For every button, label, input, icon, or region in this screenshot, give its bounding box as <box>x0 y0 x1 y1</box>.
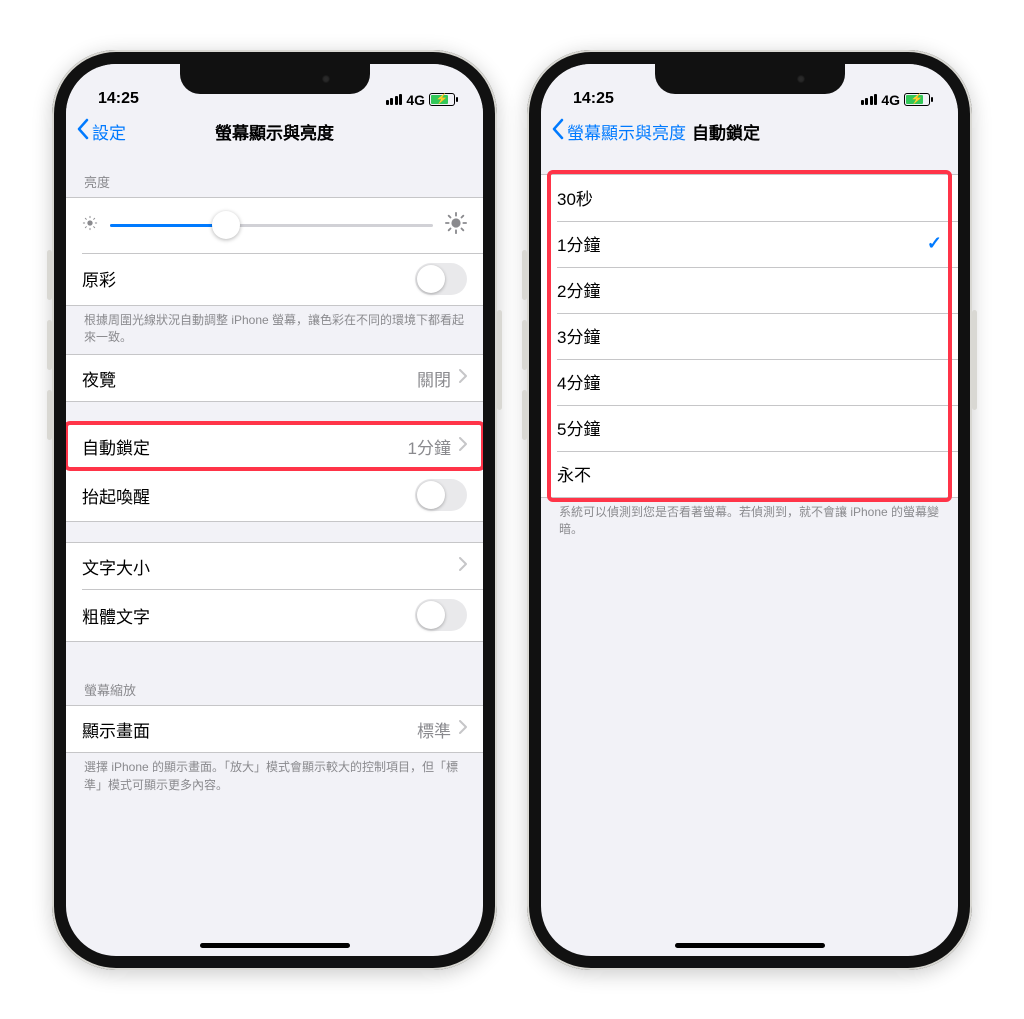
row-display-zoom[interactable]: 顯示畫面 標準 <box>66 706 483 752</box>
display-zoom-label: 顯示畫面 <box>82 717 150 742</box>
back-button[interactable]: 設定 <box>66 118 126 145</box>
option-label: 永不 <box>557 461 591 486</box>
option-row[interactable]: 30秒 <box>541 175 958 221</box>
option-row[interactable]: 4分鐘 <box>541 359 958 405</box>
nav-bar: 設定 螢幕顯示與亮度 <box>66 110 483 154</box>
true-tone-footer: 根據周圍光線狀況自動調整 iPhone 螢幕，讓色彩在不同的環境下都看起來一致。 <box>66 306 483 355</box>
sun-small-icon <box>82 215 98 236</box>
status-time: 14:25 <box>573 90 614 108</box>
chevron-right-icon <box>459 368 467 388</box>
row-auto-lock[interactable]: 自動鎖定 1分鐘 <box>66 423 483 469</box>
group-autolock: 自動鎖定 1分鐘 抬起喚醒 <box>66 422 483 522</box>
night-shift-label: 夜覽 <box>82 366 116 391</box>
display-zoom-value: 標準 <box>417 717 451 742</box>
zoom-footer: 選擇 iPhone 的顯示畫面。「放大」模式會顯示較大的控制項目，但「標準」模式… <box>66 753 483 802</box>
notch <box>655 64 845 94</box>
group-night-shift: 夜覽 關閉 <box>66 354 483 402</box>
back-label: 螢幕顯示與亮度 <box>567 119 686 144</box>
section-header-brightness: 亮度 <box>66 154 483 197</box>
option-label: 4分鐘 <box>557 369 600 394</box>
autolock-content[interactable]: 30秒 1分鐘 ✓ 2分鐘 3分鐘 4分鐘 5分鐘永不 系統可以偵測到您是否看著螢幕。若偵測… <box>541 154 958 956</box>
battery-icon: ⚡ <box>904 93 930 106</box>
battery-icon: ⚡ <box>429 93 455 106</box>
status-right: 4G ⚡ <box>861 92 930 108</box>
slider-track[interactable] <box>110 224 433 227</box>
network-label: 4G <box>406 92 425 108</box>
row-text-size[interactable]: 文字大小 <box>66 543 483 589</box>
option-label: 2分鐘 <box>557 277 600 302</box>
network-label: 4G <box>881 92 900 108</box>
nav-title: 自動鎖定 <box>686 119 958 144</box>
option-row[interactable]: 3分鐘 <box>541 313 958 359</box>
back-label: 設定 <box>92 119 126 144</box>
row-night-shift[interactable]: 夜覽 關閉 <box>66 355 483 401</box>
check-icon: ✓ <box>927 233 942 254</box>
option-row[interactable]: 5分鐘 <box>541 405 958 451</box>
chevron-right-icon <box>459 719 467 739</box>
option-row[interactable]: 2分鐘 <box>541 267 958 313</box>
chevron-right-icon <box>459 556 467 576</box>
group-zoom: 顯示畫面 標準 <box>66 705 483 753</box>
phone-frame-right: 14:25 4G ⚡ 螢幕顯示與亮度 自動鎖定 30秒 1分鐘 ✓ 2分鐘 3分鐘 4分鐘… <box>527 50 972 970</box>
settings-content[interactable]: 亮度 <box>66 154 483 956</box>
night-shift-value: 關閉 <box>417 366 451 391</box>
row-true-tone[interactable]: 原彩 <box>66 253 483 305</box>
notch <box>180 64 370 94</box>
signal-icon <box>386 94 403 105</box>
raise-to-wake-switch[interactable] <box>415 479 467 511</box>
auto-lock-label: 自動鎖定 <box>82 434 150 459</box>
row-raise-to-wake[interactable]: 抬起喚醒 <box>66 469 483 521</box>
bold-text-label: 粗體文字 <box>82 603 150 628</box>
option-label: 3分鐘 <box>557 323 600 348</box>
chevron-left-icon <box>76 118 90 145</box>
autolock-footer: 系統可以偵測到您是否看著螢幕。若偵測到，就不會讓 iPhone 的螢幕變暗。 <box>541 498 958 547</box>
raise-to-wake-label: 抬起喚醒 <box>82 483 150 508</box>
option-label: 1分鐘 <box>557 231 600 256</box>
screen-left: 14:25 4G ⚡ 設定 螢幕顯示與亮度 亮度 <box>66 64 483 956</box>
option-row[interactable]: 1分鐘 ✓ <box>541 221 958 267</box>
option-label: 5分鐘 <box>557 415 600 440</box>
text-size-label: 文字大小 <box>82 554 150 579</box>
auto-lock-value: 1分鐘 <box>408 434 451 459</box>
section-header-zoom: 螢幕縮放 <box>66 662 483 705</box>
back-button[interactable]: 螢幕顯示與亮度 <box>541 118 686 145</box>
status-right: 4G ⚡ <box>386 92 455 108</box>
group-text: 文字大小 粗體文字 <box>66 542 483 642</box>
row-bold-text[interactable]: 粗體文字 <box>66 589 483 641</box>
chevron-left-icon <box>551 118 565 145</box>
bold-text-switch[interactable] <box>415 599 467 631</box>
screen-right: 14:25 4G ⚡ 螢幕顯示與亮度 自動鎖定 30秒 1分鐘 ✓ 2分鐘 3分鐘 4分鐘… <box>541 64 958 956</box>
option-row[interactable]: 永不 <box>541 451 958 497</box>
home-indicator[interactable] <box>675 943 825 948</box>
brightness-row <box>66 198 483 253</box>
chevron-right-icon <box>459 436 467 456</box>
slider-thumb[interactable] <box>212 211 240 239</box>
brightness-slider[interactable] <box>82 212 467 239</box>
group-brightness: 原彩 <box>66 197 483 306</box>
home-indicator[interactable] <box>200 943 350 948</box>
nav-title: 螢幕顯示與亮度 <box>66 119 483 144</box>
signal-icon <box>861 94 878 105</box>
true-tone-label: 原彩 <box>82 266 116 291</box>
group-autolock-options: 30秒 1分鐘 ✓ 2分鐘 3分鐘 4分鐘 5分鐘永不 <box>541 174 958 498</box>
sun-large-icon <box>445 212 467 239</box>
status-time: 14:25 <box>98 90 139 108</box>
option-label: 30秒 <box>557 185 593 210</box>
phone-frame-left: 14:25 4G ⚡ 設定 螢幕顯示與亮度 亮度 <box>52 50 497 970</box>
true-tone-switch[interactable] <box>415 263 467 295</box>
nav-bar: 螢幕顯示與亮度 自動鎖定 <box>541 110 958 154</box>
